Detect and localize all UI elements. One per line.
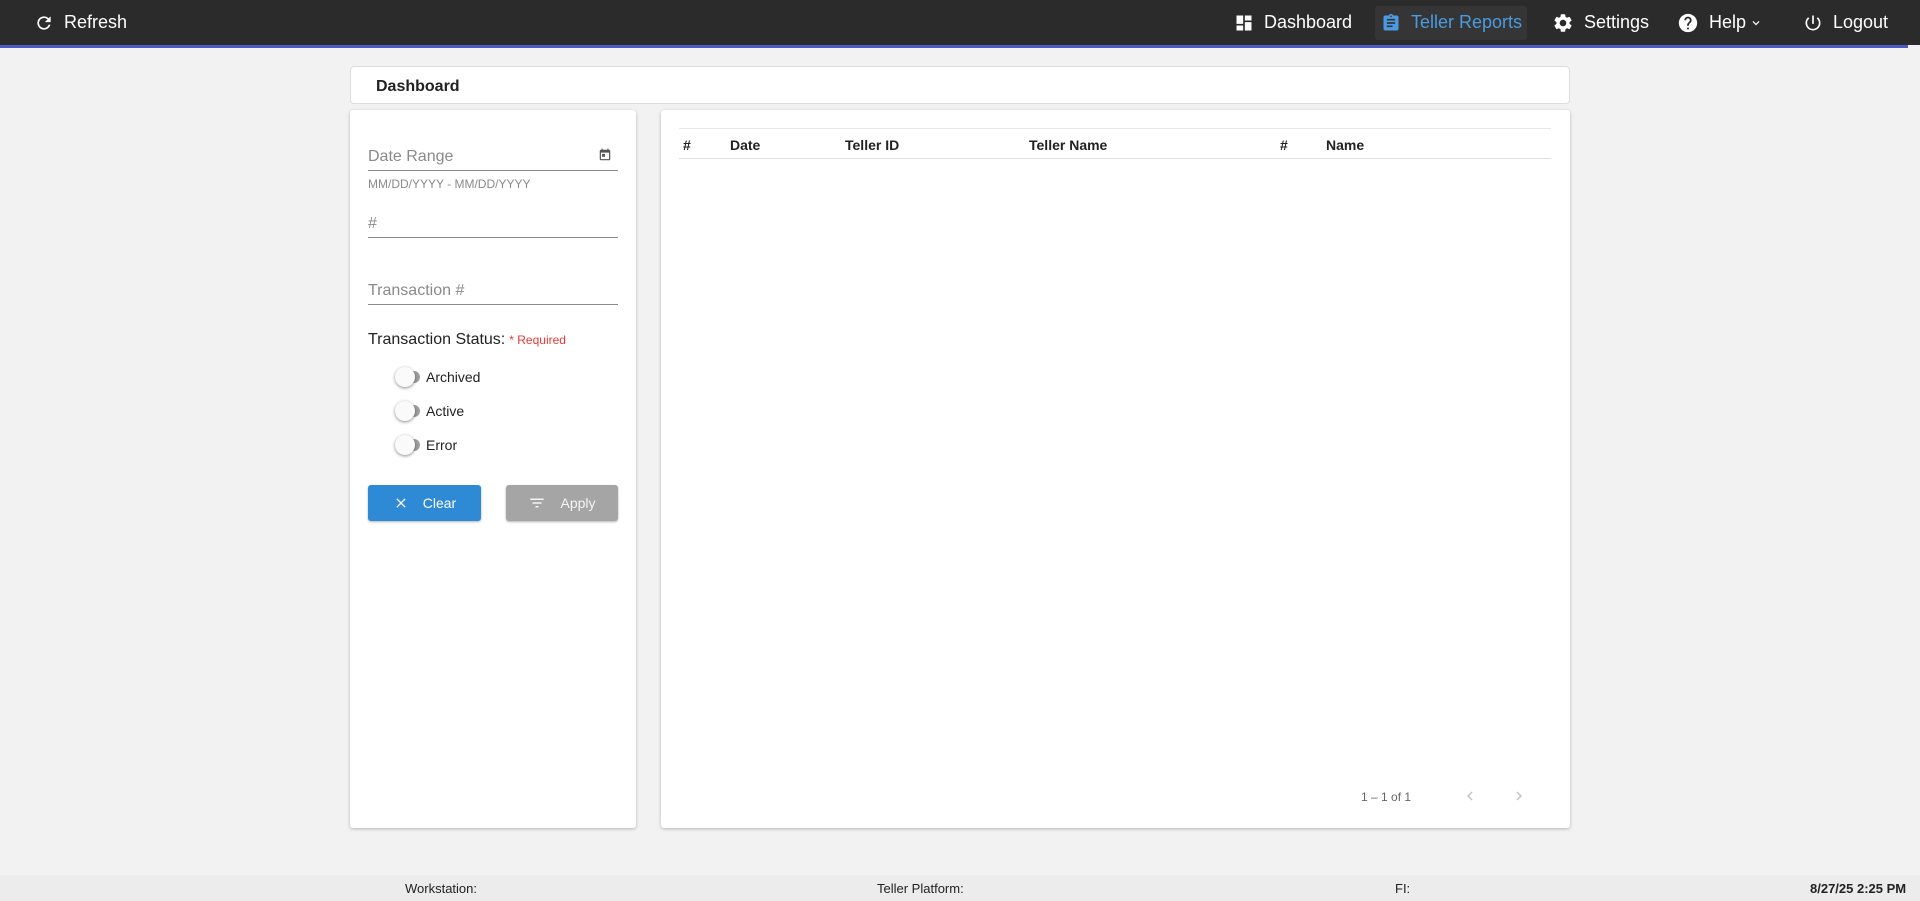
- toggle-active-switch[interactable]: [395, 401, 420, 421]
- power-icon: [1805, 15, 1821, 30]
- nav-dashboard[interactable]: Dashboard: [1234, 0, 1352, 45]
- help-icon: [1678, 13, 1698, 32]
- column-header-number[interactable]: #: [683, 137, 691, 153]
- workstation-label: Workstation:: [405, 881, 478, 896]
- nav-teller-reports-label: Teller Reports: [1411, 12, 1523, 32]
- nav-help-label: Help: [1709, 12, 1747, 32]
- apply-button[interactable]: Apply: [506, 485, 618, 521]
- number-field: [368, 215, 618, 238]
- table-header: # Date Teller ID Teller Name # Name: [679, 128, 1551, 159]
- close-icon: [396, 498, 406, 508]
- column-header-name[interactable]: Name: [1326, 137, 1364, 153]
- transaction-status-text: Transaction Status:: [368, 331, 506, 348]
- top-nav-bar: Refresh Dashboard Teller Reports Setting…: [0, 0, 1920, 45]
- previous-page-button[interactable]: [1458, 784, 1482, 808]
- refresh-label: Refresh: [64, 12, 128, 32]
- dashboard-icon: [1236, 15, 1252, 30]
- toggle-active-label: Active: [426, 403, 465, 419]
- clear-button-label: Clear: [422, 495, 457, 511]
- toggle-error-switch[interactable]: [395, 435, 420, 455]
- status-bar: Workstation: Teller Platform: FI: 8/27/2…: [0, 875, 1920, 901]
- chevron-left-icon: [1467, 791, 1473, 801]
- nav-help[interactable]: Help: [1677, 0, 1763, 45]
- gear-icon: [1554, 13, 1572, 32]
- filter-icon: [530, 498, 545, 508]
- calendar-icon[interactable]: [598, 148, 612, 167]
- date-range-input[interactable]: [368, 148, 618, 170]
- transaction-status-label: Transaction Status: * Required: [368, 331, 566, 349]
- transaction-number-field: [368, 282, 618, 305]
- nav-teller-reports[interactable]: Teller Reports: [1381, 0, 1522, 45]
- column-header-teller-id[interactable]: Teller ID: [845, 137, 899, 153]
- toggle-archived-label: Archived: [426, 369, 481, 385]
- nav-dashboard-label: Dashboard: [1264, 12, 1353, 32]
- nav-logout[interactable]: Logout: [1803, 0, 1888, 45]
- next-page-button[interactable]: [1507, 784, 1531, 808]
- nav-settings[interactable]: Settings: [1552, 0, 1649, 45]
- fi-label: FI:: [1395, 881, 1411, 896]
- page-title: Dashboard: [376, 78, 460, 95]
- nav-underline: [0, 45, 1908, 48]
- column-header-number-2[interactable]: #: [1280, 137, 1288, 153]
- chevron-right-icon: [1516, 791, 1522, 801]
- results-table-panel: # Date Teller ID Teller Name # Name 1 – …: [661, 110, 1570, 828]
- date-range-field: [368, 148, 618, 171]
- nav-settings-label: Settings: [1584, 12, 1650, 32]
- column-header-teller-name[interactable]: Teller Name: [1029, 137, 1107, 153]
- number-input[interactable]: [368, 215, 618, 237]
- clipboard-icon: [1383, 13, 1399, 31]
- toggle-error[interactable]: Error: [395, 435, 458, 455]
- filter-panel: MM/DD/YYYY - MM/DD/YYYY Transaction Stat…: [350, 110, 636, 828]
- toggle-archived[interactable]: Archived: [395, 367, 481, 387]
- nav-logout-label: Logout: [1833, 12, 1889, 32]
- apply-button-label: Apply: [560, 495, 596, 511]
- teller-platform-label: Teller Platform:: [877, 881, 964, 896]
- clear-button[interactable]: Clear: [368, 485, 481, 521]
- toggle-archived-switch[interactable]: [395, 367, 420, 387]
- chevron-down-icon: [1752, 20, 1760, 25]
- date-range-hint: MM/DD/YYYY - MM/DD/YYYY: [368, 177, 531, 191]
- toggle-active[interactable]: Active: [395, 401, 465, 421]
- refresh-button[interactable]: Refresh: [34, 0, 127, 45]
- breadcrumb: Dashboard: [350, 66, 1570, 104]
- datetime-display: 8/27/25 2:25 PM: [1810, 881, 1907, 896]
- refresh-icon: [37, 15, 51, 30]
- pagination-range: 1 – 1 of 1: [1361, 790, 1412, 804]
- required-indicator: * Required: [509, 333, 566, 347]
- column-header-date[interactable]: Date: [730, 137, 760, 153]
- toggle-error-label: Error: [426, 437, 458, 453]
- transaction-number-input[interactable]: [368, 282, 618, 304]
